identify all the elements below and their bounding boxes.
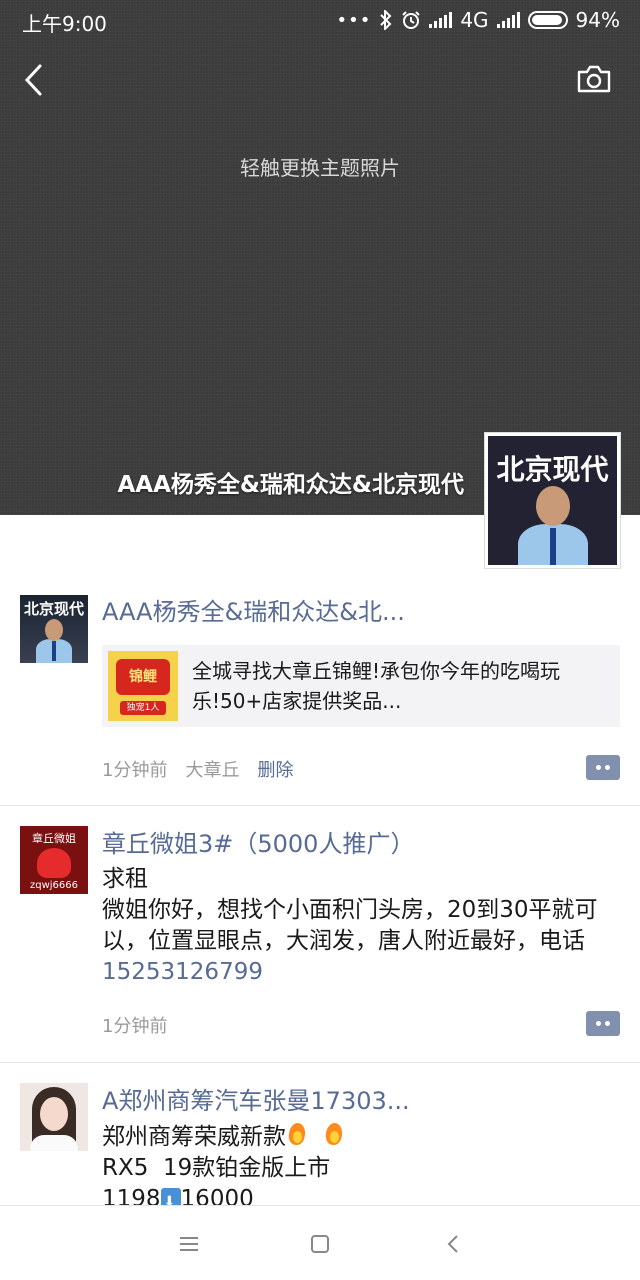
battery-percent: 94% — [575, 8, 620, 32]
system-nav-bar — [0, 1205, 640, 1280]
post-meta: 1分钟前 大章丘 删除 — [102, 756, 293, 782]
change-cover-hint[interactable]: 轻触更换主题照片 — [0, 152, 640, 181]
post-text-line-span: 1198 — [102, 1186, 161, 1205]
moment-post: 北京现代 AAA杨秀全&瑞和众达&北... 锦鲤 独宠1人 全城寻找大章丘锦鲤!… — [0, 515, 640, 805]
post-time: 1分钟前 — [102, 1016, 168, 1037]
network-type: 4G — [460, 8, 489, 32]
post-content: A郑州商筹汽车张曼17303... 郑州商筹荣威新款 RX5 19款铂金版上市 … — [102, 1085, 618, 1205]
status-bar: 上午9:00 ••• 4G 94% — [0, 0, 640, 40]
post-text-line: 1198 16000 — [102, 1184, 618, 1205]
moment-post: A郑州商筹汽车张曼17303... 郑州商筹荣威新款 RX5 19款铂金版上市 … — [0, 1063, 640, 1205]
post-text-body-span: 微姐你好，想找个小面积门头房，20到30平就可以，位置显眼点，大润发，唐人附近最… — [102, 897, 598, 954]
thumb-title: 锦鲤 — [116, 659, 170, 695]
home-square-icon[interactable] — [306, 1230, 334, 1258]
signal-icon-2 — [496, 12, 520, 28]
avatar-figure-tie — [52, 641, 56, 661]
moment-post: 章丘微姐 zqwj6666 章丘微姐3#（5000人推广） 求租 微姐你好，想找… — [0, 806, 640, 1061]
post-avatar[interactable]: 章丘微姐 zqwj6666 — [20, 826, 88, 894]
post-author[interactable]: A郑州商筹汽车张曼17303... — [102, 1085, 618, 1117]
down-arrow-emoji-icon — [160, 1187, 181, 1205]
post-avatar[interactable] — [20, 1083, 88, 1151]
delete-link[interactable]: 删除 — [257, 756, 293, 782]
post-content: AAA杨秀全&瑞和众达&北... — [102, 596, 618, 628]
signal-icon — [429, 12, 453, 28]
camera-icon[interactable] — [576, 64, 612, 94]
avatar-figure-head — [45, 619, 63, 641]
post-text: 求租 微姐你好，想找个小面积门头房，20到30平就可以，位置显眼点，大润发，唐人… — [102, 864, 618, 988]
shared-link-title: 全城寻找大章丘锦鲤!承包你今年的吃喝玩乐!50+店家提供奖品... — [192, 659, 561, 713]
post-avatar[interactable]: 北京现代 — [20, 595, 88, 663]
profile-name: AAA杨秀全&瑞和众达&北京现代 — [117, 472, 464, 498]
shared-link-thumbnail: 锦鲤 独宠1人 — [108, 651, 178, 721]
status-icons: ••• 4G 94% — [336, 8, 620, 32]
post-author[interactable]: 章丘微姐3#（5000人推广） — [102, 828, 618, 860]
alarm-icon — [402, 11, 421, 29]
back-triangle-icon[interactable] — [440, 1230, 468, 1258]
avatar-shirt — [30, 1135, 78, 1151]
avatar-brand-text: 北京现代 — [496, 453, 609, 486]
post-text-line-span: 郑州商筹荣威新款 — [102, 1124, 286, 1150]
back-arrow-icon[interactable] — [20, 60, 50, 100]
shared-link-card[interactable]: 锦鲤 独宠1人 全城寻找大章丘锦鲤!承包你今年的吃喝玩乐!50+店家提供奖品..… — [102, 645, 620, 727]
post-text-line: RX5 19款铂金版上市 — [102, 1155, 331, 1181]
post-author[interactable]: AAA杨秀全&瑞和众达&北... — [102, 596, 618, 628]
bluetooth-icon — [380, 10, 392, 30]
comment-more-icon[interactable] — [586, 1011, 620, 1036]
avatar-face — [40, 1097, 68, 1131]
comment-more-icon[interactable] — [586, 755, 620, 780]
post-text-line-span: 16000 — [180, 1186, 254, 1205]
status-time: 上午9:00 — [22, 12, 107, 36]
fire-emoji-icon — [286, 1121, 308, 1147]
fire-emoji-icon — [323, 1121, 345, 1147]
more-dots-icon: ••• — [336, 9, 372, 31]
thumb-tag: 独宠1人 — [120, 701, 166, 715]
heart-icon — [37, 848, 71, 878]
phone-link[interactable]: 15253126799 — [102, 959, 263, 985]
post-content: 章丘微姐3#（5000人推广） 求租 微姐你好，想找个小面积门头房，20到30平… — [102, 828, 618, 988]
moments-feed[interactable]: 北京现代 AAA杨秀全&瑞和众达&北... 锦鲤 独宠1人 全城寻找大章丘锦鲤!… — [0, 515, 640, 1205]
post-location[interactable]: 大章丘 — [185, 756, 239, 782]
post-text-body: 微姐你好，想找个小面积门头房，20到30平就可以，位置显眼点，大润发，唐人附近最… — [102, 895, 618, 988]
post-text: 郑州商筹荣威新款 RX5 19款铂金版上市 1198 16000 — [102, 1121, 618, 1205]
menu-icon[interactable] — [175, 1230, 203, 1258]
post-meta: 1分钟前 — [102, 1012, 167, 1038]
avatar-text-top: 章丘微姐 — [32, 832, 76, 845]
battery-icon — [527, 11, 568, 29]
avatar-text-bottom: zqwj6666 — [29, 880, 78, 891]
post-text-line: 郑州商筹荣威新款 — [102, 1121, 618, 1153]
post-text-line: 求租 — [102, 866, 148, 892]
post-time: 1分钟前 — [102, 760, 168, 781]
avatar-brand-text: 北京现代 — [23, 600, 84, 618]
